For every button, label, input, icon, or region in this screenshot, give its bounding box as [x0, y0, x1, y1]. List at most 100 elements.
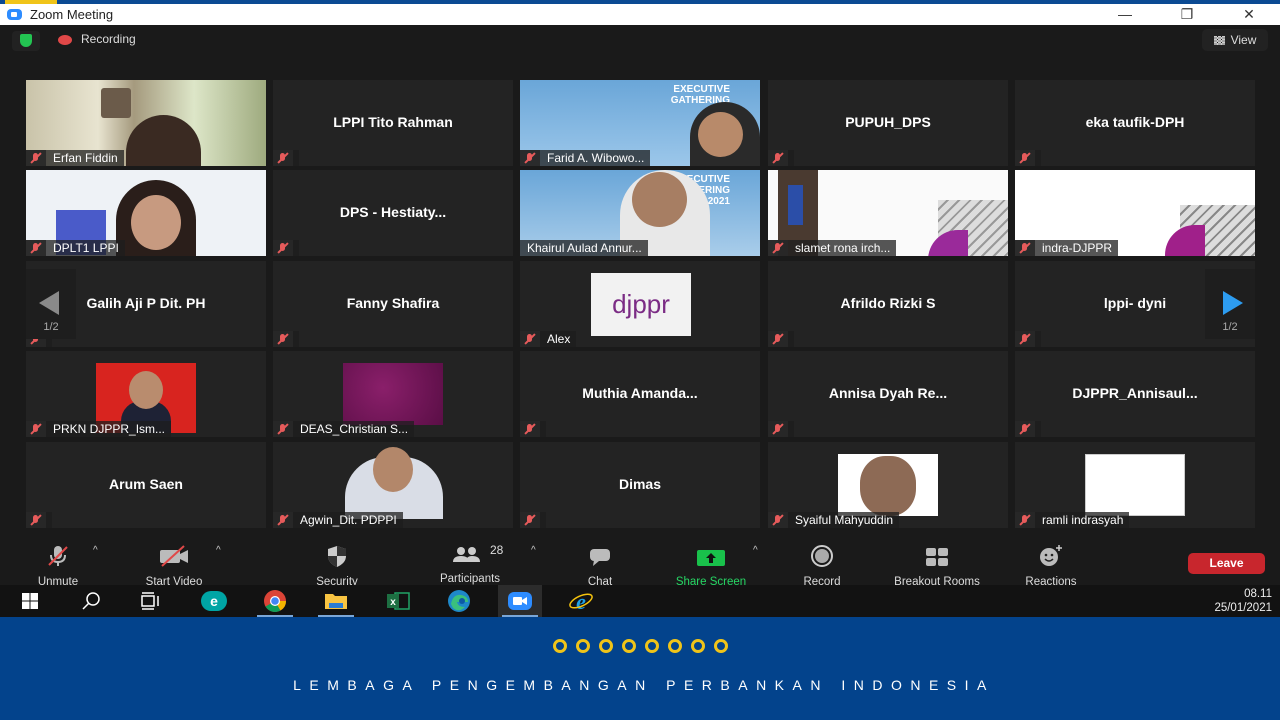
eset-icon: e [201, 591, 227, 611]
taskbar-chrome[interactable] [253, 585, 297, 617]
maximize-button[interactable]: ❐ [1156, 4, 1218, 25]
participants-options-caret[interactable]: ^ [531, 545, 536, 556]
participant-tile-lppi-tito-rahman[interactable]: LPPI Tito Rahman [273, 80, 513, 166]
participant-name: Syaiful Mahyuddin [795, 513, 894, 527]
participants-button[interactable]: 28 Participants [428, 535, 512, 585]
taskbar-edge[interactable] [437, 585, 481, 617]
participant-tile-syaiful-mahyuddin[interactable]: Syaiful Mahyuddin [768, 442, 1008, 528]
muted-mic-icon [273, 150, 293, 166]
participant-name: Khairul Aulad Annur... [527, 241, 642, 255]
video-options-caret[interactable]: ^ [216, 545, 221, 556]
taskbar-eset[interactable]: e [192, 585, 236, 617]
muted-mic-icon [26, 512, 46, 528]
participant-tile-muthia-amanda[interactable]: Muthia Amanda... [520, 351, 760, 437]
recording-label[interactable]: Recording [81, 32, 136, 46]
ring-icon [598, 639, 613, 653]
participant-tile-deas-christian-s[interactable]: DEAS_Christian S... [273, 351, 513, 437]
name-label: indra-DJPPR [1015, 240, 1119, 256]
participant-tile-prkn-djppr-ism[interactable]: PRKN DJPPR_Ism... [26, 351, 266, 437]
participant-name: Farid A. Wibowo... [547, 151, 645, 165]
participant-tile-afrildo-rizki-s[interactable]: Afrildo Rizki S [768, 261, 1008, 347]
participant-tile-erfan-fiddin[interactable]: Erfan Fiddin [26, 80, 266, 166]
participant-tile-pupuh-dps[interactable]: PUPUH_DPS [768, 80, 1008, 166]
view-button[interactable]: View [1202, 29, 1268, 51]
share-screen-arrow-icon [697, 550, 725, 566]
name-label: Khairul Aulad Annur... [520, 240, 648, 256]
start-video-button[interactable]: Start Video [134, 535, 214, 588]
ring-icon [575, 639, 590, 653]
participant-tile-alex[interactable]: djppr Alex [520, 261, 760, 347]
name-label [1015, 421, 1041, 437]
zoom-icon [508, 592, 532, 610]
system-clock[interactable]: 08.11 25/01/2021 [1214, 587, 1272, 615]
name-label: slamet rona irch... [768, 240, 897, 256]
participant-name: DJPPR_Annisaul... [1072, 385, 1198, 401]
taskbar-internet-explorer[interactable]: e [559, 585, 603, 617]
taskbar-file-explorer[interactable] [314, 585, 358, 617]
muted-mic-icon [520, 421, 540, 437]
record-icon [811, 545, 833, 567]
chrome-icon [264, 590, 286, 612]
participant-name: DPLT1 LPPI [53, 241, 119, 255]
view-label: View [1230, 33, 1257, 47]
task-view-button[interactable] [129, 585, 173, 617]
security-button[interactable]: Security [307, 535, 367, 588]
muted-mic-icon [768, 421, 788, 437]
recording-icon [58, 35, 72, 45]
reactions-button[interactable]: Reactions [1016, 535, 1086, 588]
name-label: Agwin_Dit. PDPPI [273, 512, 403, 528]
encryption-shield-icon[interactable] [12, 31, 40, 51]
edge-icon [448, 590, 470, 612]
participant-tile-eka-taufik-dph[interactable]: eka taufik-DPH [1015, 80, 1255, 166]
participant-name: Agwin_Dit. PDPPI [300, 513, 397, 527]
participant-tile-arum-saen[interactable]: Arum Saen [26, 442, 266, 528]
leave-button[interactable]: Leave [1188, 553, 1265, 574]
muted-mic-icon [520, 331, 540, 347]
participant-tile-dplt1-lppi[interactable]: DPLT1 LPPI [26, 170, 266, 256]
participant-tile-djppr-annisaul[interactable]: DJPPR_Annisaul... [1015, 351, 1255, 437]
participant-tile-ramli-indrasyah[interactable]: ramli indrasyah [1015, 442, 1255, 528]
muted-mic-icon [1015, 150, 1035, 166]
svg-text:x: x [390, 597, 396, 608]
participant-tile-indra-djppr[interactable]: indra-DJPPR [1015, 170, 1255, 256]
windows-taskbar: e x e 08.11 25/01/2021 [0, 585, 1280, 617]
ring-icon [621, 639, 636, 653]
participant-name: Alex [547, 332, 571, 346]
participant-tile-khairul-aulad-annur[interactable]: EXECUTIVEGATHERING2021 Khairul Aulad Ann… [520, 170, 760, 256]
name-label [520, 512, 546, 528]
taskbar-excel[interactable]: x [376, 585, 420, 617]
name-label [273, 150, 299, 166]
page-indicator: 1/2 [43, 321, 59, 333]
muted-mic-icon [1015, 421, 1035, 437]
ring-icon [552, 639, 567, 653]
participant-tile-dps-hestiaty[interactable]: DPS - Hestiaty... [273, 170, 513, 256]
name-label [273, 331, 299, 347]
zoom-app-icon [7, 9, 22, 20]
share-screen-button[interactable]: Share Screen [664, 535, 758, 588]
participant-tile-agwin-dit-pdppi[interactable]: Agwin_Dit. PDPPI [273, 442, 513, 528]
chat-button[interactable]: Chat [578, 535, 622, 588]
close-button[interactable]: ✕ [1218, 4, 1280, 25]
minimize-button[interactable]: — [1094, 4, 1156, 25]
name-label: DEAS_Christian S... [273, 421, 415, 437]
excel-icon: x [387, 592, 410, 610]
search-button[interactable] [69, 585, 113, 617]
participant-tile-farid-a-wibowo[interactable]: EXECUTIVE GATHERING Farid A. Wibowo... [520, 80, 760, 166]
record-button[interactable]: Record [796, 535, 848, 588]
muted-mic-icon [26, 240, 46, 256]
participant-tile-fanny-shafira[interactable]: Fanny Shafira [273, 261, 513, 347]
participant-tile-dimas[interactable]: Dimas [520, 442, 760, 528]
participant-tile-slamet-rona-irch[interactable]: slamet rona irch... [768, 170, 1008, 256]
grid-icon [1213, 35, 1225, 45]
next-page-button[interactable]: 1/2 [1205, 269, 1255, 339]
breakout-rooms-button[interactable]: Breakout Rooms [880, 535, 994, 588]
breakout-rooms-grid-icon [926, 548, 948, 566]
previous-page-button[interactable]: 1/2 [26, 269, 76, 339]
start-button[interactable] [8, 585, 52, 617]
unmute-button[interactable]: Unmute [28, 535, 88, 588]
chat-bubble-icon [590, 549, 610, 566]
audio-options-caret[interactable]: ^ [93, 545, 98, 556]
taskbar-zoom[interactable] [498, 585, 542, 617]
share-options-caret[interactable]: ^ [753, 545, 758, 556]
participant-tile-annisa-dyah-re[interactable]: Annisa Dyah Re... [768, 351, 1008, 437]
